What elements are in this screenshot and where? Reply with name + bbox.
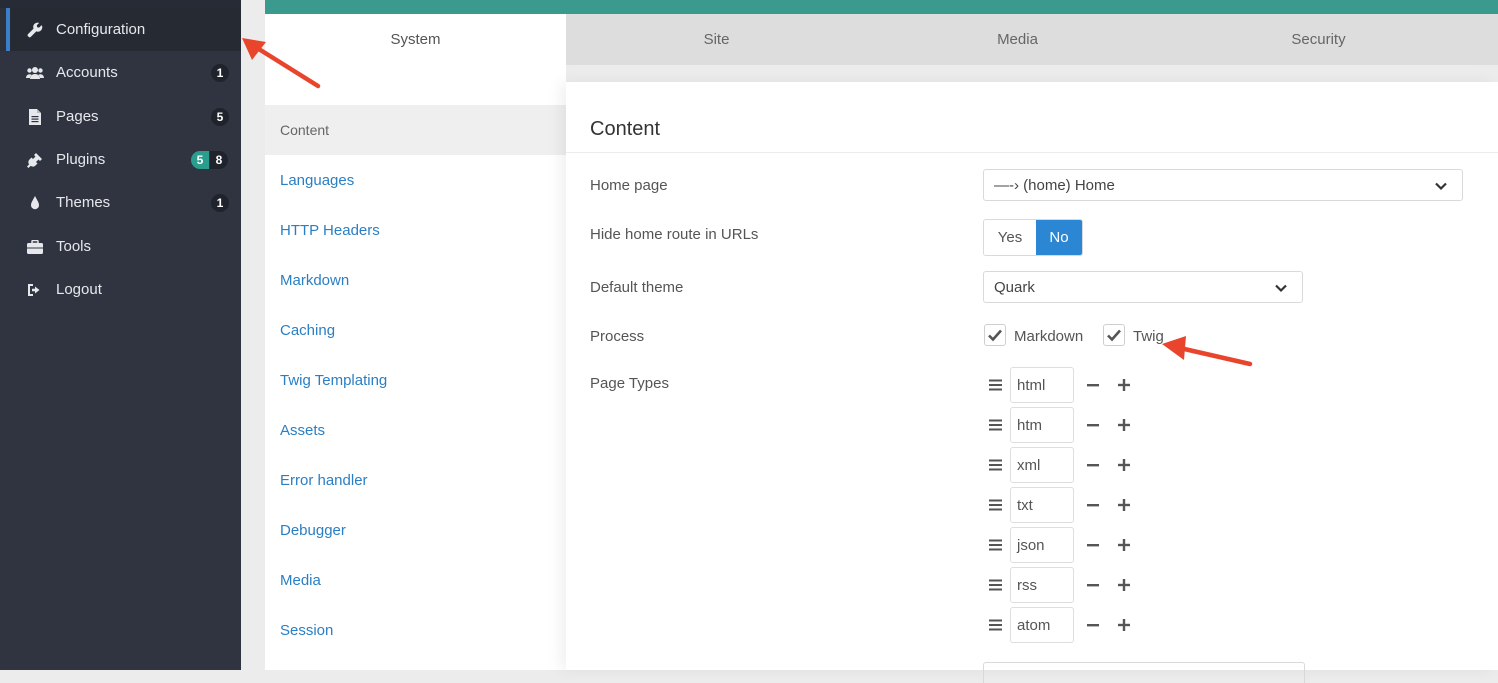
chevron-down-icon — [1275, 284, 1287, 293]
plus-icon[interactable] — [1117, 618, 1131, 632]
count-badge: 5 — [211, 108, 229, 126]
toggle-yes-button[interactable]: Yes — [984, 220, 1036, 255]
section-link-error-handler[interactable]: Error handler — [280, 472, 368, 489]
count-badge-enabled: 5 — [191, 151, 209, 169]
hide-home-route-toggle: Yes No — [983, 219, 1083, 256]
drag-handle-icon[interactable] — [989, 458, 1003, 472]
home-page-label: Home page — [590, 177, 668, 194]
drag-handle-icon[interactable] — [989, 378, 1003, 392]
plus-icon[interactable] — [1117, 458, 1131, 472]
drag-handle-icon[interactable] — [989, 618, 1003, 632]
sidebar-item-themes[interactable]: Themes 1 — [0, 181, 241, 224]
wrench-icon — [26, 21, 44, 39]
process-markdown-label: Markdown — [1014, 328, 1084, 345]
active-indicator — [6, 8, 10, 51]
tab-security[interactable]: Security — [1168, 14, 1469, 65]
section-link-session[interactable]: Session — [280, 622, 333, 639]
tab-site[interactable]: Site — [566, 14, 867, 65]
config-tabs: System Site Media Security — [265, 14, 1498, 65]
minus-icon[interactable] — [1086, 458, 1100, 472]
plug-icon — [26, 151, 44, 169]
process-markdown-checkbox[interactable] — [984, 324, 1006, 346]
file-icon — [26, 108, 44, 126]
chevron-down-icon — [1435, 182, 1447, 191]
default-theme-select[interactable]: Quark — [983, 271, 1303, 303]
sidebar-item-label: Logout — [56, 281, 102, 298]
section-link-debugger[interactable]: Debugger — [280, 522, 346, 539]
drag-handle-icon[interactable] — [989, 498, 1003, 512]
minus-icon[interactable] — [1086, 538, 1100, 552]
sidebar-item-logout[interactable]: Logout — [0, 268, 241, 311]
sidebar-item-label: Accounts — [56, 64, 118, 81]
next-field-select[interactable] — [983, 662, 1305, 683]
toggle-no-button[interactable]: No — [1036, 220, 1082, 255]
page-type-input[interactable]: rss — [1010, 567, 1074, 603]
page-type-input[interactable]: json — [1010, 527, 1074, 563]
sidebar: Configuration Accounts 1 Pages 5 Plugins… — [0, 0, 241, 670]
drag-handle-icon[interactable] — [989, 418, 1003, 432]
briefcase-icon — [26, 238, 44, 256]
section-link-http-headers[interactable]: HTTP Headers — [280, 222, 380, 239]
users-icon — [26, 64, 44, 82]
sidebar-item-label: Themes — [56, 194, 111, 211]
sidebar-item-label: Configuration — [56, 21, 146, 38]
annotation-arrow-icon — [242, 38, 321, 89]
hide-home-route-label: Hide home route in URLs — [590, 226, 759, 243]
count-badge: 1 — [211, 194, 229, 212]
sign-out-icon — [26, 281, 44, 299]
section-link-languages[interactable]: Languages — [280, 172, 354, 189]
content-panel: Content Home page —-› (home) Home Hide h… — [566, 82, 1498, 683]
minus-icon[interactable] — [1086, 378, 1100, 392]
minus-icon[interactable] — [1086, 618, 1100, 632]
sidebar-item-plugins[interactable]: Plugins 5 8 — [0, 138, 241, 181]
home-page-select[interactable]: —-› (home) Home — [983, 169, 1463, 201]
page-type-input[interactable]: xml — [1010, 447, 1074, 483]
page-type-input[interactable]: txt — [1010, 487, 1074, 523]
checkmark-icon — [1107, 329, 1121, 342]
process-label: Process — [590, 328, 645, 345]
page-type-input[interactable]: html — [1010, 367, 1074, 403]
checkmark-icon — [988, 329, 1002, 342]
sidebar-top-strip — [0, 0, 241, 8]
default-theme-value: Quark — [994, 278, 1035, 296]
section-link-markdown[interactable]: Markdown — [280, 272, 349, 289]
tint-icon — [26, 194, 44, 212]
section-nav-header-label: Content — [280, 122, 330, 138]
sidebar-item-tools[interactable]: Tools — [0, 225, 241, 268]
page-title: Content — [590, 118, 661, 140]
annotation-arrow-icon — [1162, 336, 1253, 367]
plus-icon[interactable] — [1117, 498, 1131, 512]
section-nav-header: Content — [265, 105, 566, 155]
page-type-input[interactable]: htm — [1010, 407, 1074, 443]
default-theme-label: Default theme — [590, 279, 684, 296]
section-link-caching[interactable]: Caching — [280, 322, 335, 339]
process-twig-checkbox[interactable] — [1103, 324, 1125, 346]
sidebar-item-accounts[interactable]: Accounts 1 — [0, 51, 241, 94]
tab-media[interactable]: Media — [867, 14, 1168, 65]
minus-icon[interactable] — [1086, 578, 1100, 592]
minus-icon[interactable] — [1086, 498, 1100, 512]
sidebar-item-label: Plugins — [56, 151, 106, 168]
section-link-twig-templating[interactable]: Twig Templating — [280, 372, 387, 389]
page-type-input[interactable]: atom — [1010, 607, 1074, 643]
sidebar-item-label: Pages — [56, 108, 99, 125]
page-types-label: Page Types — [590, 375, 669, 392]
plus-icon[interactable] — [1117, 578, 1131, 592]
drag-handle-icon[interactable] — [989, 538, 1003, 552]
sidebar-item-pages[interactable]: Pages 5 — [0, 95, 241, 138]
count-badge-total: 8 — [210, 151, 228, 169]
count-badge: 1 — [211, 64, 229, 82]
section-link-media[interactable]: Media — [280, 572, 321, 589]
divider — [566, 152, 1498, 153]
section-link-assets[interactable]: Assets — [280, 422, 325, 439]
sidebar-item-label: Tools — [56, 238, 92, 255]
plus-icon[interactable] — [1117, 418, 1131, 432]
drag-handle-icon[interactable] — [989, 578, 1003, 592]
plus-icon[interactable] — [1117, 538, 1131, 552]
sidebar-item-configuration[interactable]: Configuration — [0, 8, 241, 51]
minus-icon[interactable] — [1086, 418, 1100, 432]
home-page-value: —-› (home) Home — [994, 176, 1115, 194]
plus-icon[interactable] — [1117, 378, 1131, 392]
top-header-bar — [265, 0, 1498, 14]
